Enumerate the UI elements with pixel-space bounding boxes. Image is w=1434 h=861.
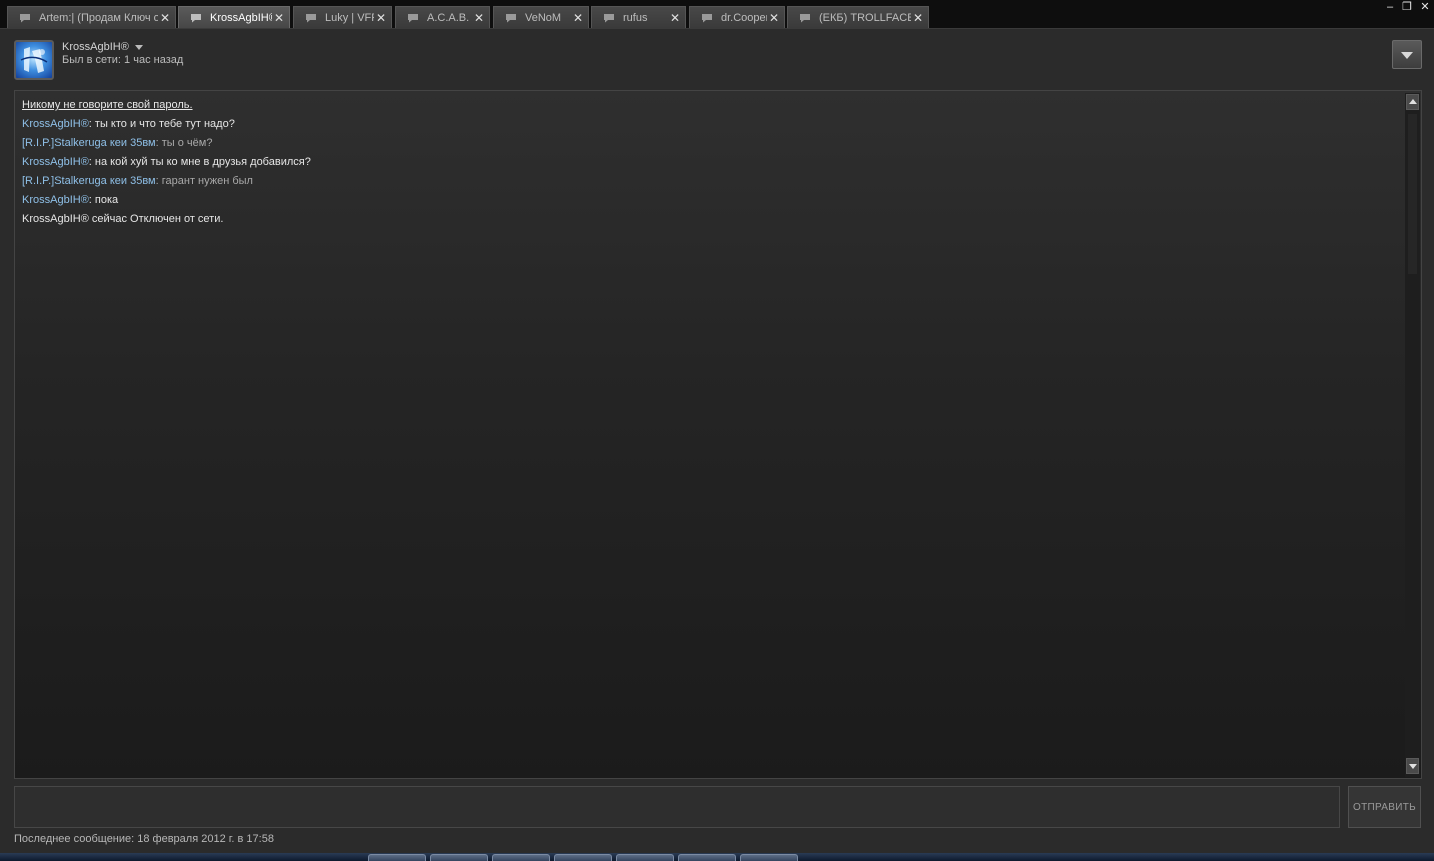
tab-ekb-trollface[interactable]: (ЕКБ) TROLLFACE ✕ bbox=[787, 6, 929, 28]
os-taskbar bbox=[0, 853, 1434, 861]
chat-bubble-icon bbox=[407, 13, 419, 23]
chevron-down-icon bbox=[1401, 52, 1413, 59]
chat-header: KrossAgbIH® Был в сети: 1 час назад bbox=[0, 30, 1434, 88]
friend-name-menu[interactable]: KrossAgbIH® bbox=[62, 41, 143, 53]
chevron-down-icon bbox=[134, 44, 143, 50]
close-icon[interactable]: ✕ bbox=[272, 11, 286, 25]
chat-bubble-icon bbox=[305, 13, 317, 23]
taskbar-button[interactable] bbox=[492, 854, 550, 861]
list-item: [R.I.P.]Stalkeruga кеи 35вм: гарант нуже… bbox=[22, 175, 253, 187]
chat-window: Artem:| (Продам Ключ о... ✕ KrossAgbIH® … bbox=[0, 0, 1434, 861]
chat-bubble-icon bbox=[603, 13, 615, 23]
tab-venom[interactable]: VeNoM ✕ bbox=[493, 6, 589, 28]
tab-acab[interactable]: A.C.A.B. ✕ bbox=[395, 6, 490, 28]
restore-button[interactable]: ❐ bbox=[1400, 0, 1414, 14]
close-icon[interactable]: ✕ bbox=[374, 11, 388, 25]
close-icon[interactable]: ✕ bbox=[158, 11, 172, 25]
message-text: ты кто и что тебе тут надо? bbox=[94, 118, 235, 130]
close-icon[interactable]: ✕ bbox=[911, 11, 925, 25]
close-window-button[interactable]: ✕ bbox=[1418, 0, 1432, 14]
scroll-up-button[interactable] bbox=[1406, 94, 1419, 110]
scroll-down-button[interactable] bbox=[1406, 758, 1419, 774]
message-sender[interactable]: KrossAgbIH® bbox=[22, 194, 89, 206]
message-text: пока bbox=[94, 194, 119, 206]
tab-label: dr.Cooper bbox=[721, 11, 767, 24]
message-list: Никому не говорите свой пароль. KrossAgb… bbox=[22, 96, 1392, 229]
taskbar-button[interactable] bbox=[740, 854, 798, 861]
taskbar-button[interactable] bbox=[430, 854, 488, 861]
avatar[interactable] bbox=[14, 40, 54, 80]
system-message: KrossAgbIH® сейчас Отключен от сети. bbox=[22, 213, 224, 225]
scroll-thumb[interactable] bbox=[1408, 114, 1417, 274]
close-icon[interactable]: ✕ bbox=[472, 11, 486, 25]
last-message-timestamp: Последнее сообщение: 18 февраля 2012 г. … bbox=[14, 833, 274, 845]
taskbar-button[interactable] bbox=[678, 854, 736, 861]
list-item: KrossAgbIH®: пока bbox=[22, 194, 119, 206]
close-icon[interactable]: ✕ bbox=[571, 11, 585, 25]
tab-luky-vfr[interactable]: Luky | VFR ✕ bbox=[293, 6, 392, 28]
security-warning: Никому не говорите свой пароль. bbox=[22, 99, 193, 111]
message-text: на кой хуй ты ко мне в друзья добавился? bbox=[94, 156, 311, 168]
send-button[interactable]: ОТПРАВИТЬ bbox=[1348, 786, 1421, 828]
chat-bubble-icon bbox=[19, 13, 31, 23]
tab-label: VeNoM bbox=[525, 11, 562, 24]
tab-krossagbih[interactable]: KrossAgbIH® ✕ bbox=[178, 6, 290, 28]
close-icon[interactable]: ✕ bbox=[767, 11, 781, 25]
minimize-button[interactable]: – bbox=[1383, 0, 1397, 14]
close-icon[interactable]: ✕ bbox=[668, 11, 682, 25]
list-item: KrossAgbIH®: ты кто и что тебе тут надо? bbox=[22, 118, 235, 130]
options-dropdown-button[interactable] bbox=[1392, 40, 1422, 69]
friend-name: KrossAgbIH® bbox=[62, 41, 129, 53]
tab-artem[interactable]: Artem:| (Продам Ключ о... ✕ bbox=[7, 6, 176, 28]
tab-label: (ЕКБ) TROLLFACE bbox=[819, 11, 911, 24]
message-sender[interactable]: KrossAgbIH® bbox=[22, 118, 89, 130]
chat-bubble-icon bbox=[701, 13, 713, 23]
message-input[interactable] bbox=[14, 786, 1340, 828]
tab-rufus[interactable]: rufus ✕ bbox=[591, 6, 686, 28]
chat-bubble-icon bbox=[799, 13, 811, 23]
message-sender[interactable]: KrossAgbIH® bbox=[22, 156, 89, 168]
tab-label: A.C.A.B. bbox=[427, 11, 470, 24]
message-sender[interactable]: [R.I.P.]Stalkeruga кеи 35вм bbox=[22, 137, 156, 149]
chat-bubble-icon bbox=[190, 13, 202, 23]
chat-bubble-icon bbox=[505, 13, 517, 23]
chat-log[interactable]: Никому не говорите свой пароль. KrossAgb… bbox=[14, 90, 1422, 779]
scrollbar[interactable] bbox=[1405, 93, 1420, 777]
taskbar-button[interactable] bbox=[554, 854, 612, 861]
message-text: ты о чём? bbox=[161, 137, 213, 149]
tab-dr-cooper[interactable]: dr.Cooper ✕ bbox=[689, 6, 785, 28]
tab-bar: Artem:| (Продам Ключ о... ✕ KrossAgbIH® … bbox=[0, 0, 1434, 29]
list-item: KrossAgbIH®: на кой хуй ты ко мне в друз… bbox=[22, 156, 311, 168]
message-text: гарант нужен был bbox=[161, 175, 253, 187]
friend-status: Был в сети: 1 час назад bbox=[62, 54, 184, 66]
taskbar-button[interactable] bbox=[368, 854, 426, 861]
tab-label: rufus bbox=[623, 11, 648, 24]
message-sender[interactable]: [R.I.P.]Stalkeruga кеи 35вм bbox=[22, 175, 156, 187]
tab-label: KrossAgbIH® bbox=[210, 11, 272, 24]
tab-label: Artem:| (Продам Ключ о... bbox=[39, 11, 158, 24]
list-item: [R.I.P.]Stalkeruga кеи 35вм: ты о чём? bbox=[22, 137, 213, 149]
tab-label: Luky | VFR bbox=[325, 11, 374, 24]
taskbar-button[interactable] bbox=[616, 854, 674, 861]
